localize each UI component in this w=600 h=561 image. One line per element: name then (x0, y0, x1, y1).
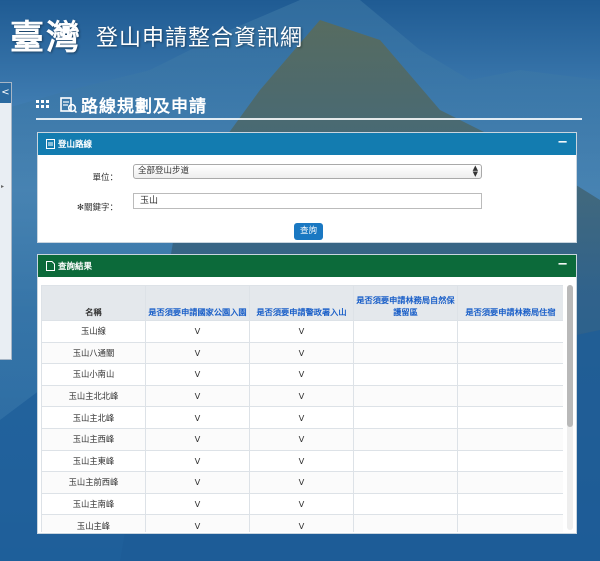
column-header-name[interactable]: 名稱 (41, 285, 146, 321)
table-row[interactable]: 玉山主東峰 V V (41, 449, 563, 473)
requirement-cell (457, 320, 563, 343)
table-row[interactable]: 玉山主北峰 V V (41, 406, 563, 429)
requirement-cell: V (145, 341, 250, 365)
results-table-container[interactable]: 名稱 是否須要申請國家公園入園 是否須要申請警政署入山 是否須要申請林務局自然保… (41, 285, 563, 532)
result-panel-title: 查詢結果 (58, 262, 93, 272)
requirement-cell (353, 341, 458, 365)
logo-subtitle: 登山申請整合資訊網 (96, 26, 304, 51)
requirement-cell (353, 406, 458, 429)
table-row[interactable]: 玉山主前西峰 V V (41, 471, 563, 494)
requirement-cell: V (249, 449, 354, 473)
table-row[interactable]: 玉山八通關 V V (41, 341, 563, 365)
requirement-cell (353, 427, 458, 451)
table-row[interactable]: 玉山小南山 V V (41, 363, 563, 386)
keyword-label: ✻關鍵字： (76, 203, 118, 213)
requirement-cell: V (249, 492, 354, 516)
unit-select[interactable]: 全部登山步道 ▲ ▼ (133, 164, 482, 179)
route-panel: 登山路線 − 單位： 全部登山步道 ▲ ▼ ✻關鍵字： 玉山 查詢 (37, 132, 577, 243)
table-row[interactable]: 玉山主峰 V V (41, 514, 563, 532)
requirement-cell: V (145, 427, 250, 451)
requirement-cell (457, 449, 563, 473)
requirement-cell (457, 363, 563, 386)
requirement-cell (457, 341, 563, 365)
page-heading: 路線規劃及申請 (36, 90, 207, 118)
page-title: 路線規劃及申請 (81, 96, 207, 117)
requirement-cell: V (145, 363, 250, 386)
route-panel-title: 登山路線 (58, 140, 93, 150)
requirement-cell: V (249, 384, 354, 408)
table-row[interactable]: 玉山主南峰 V V (41, 492, 563, 516)
requirement-cell (457, 406, 563, 429)
logo-title: 臺灣 (10, 18, 82, 58)
requirement-cell: V (249, 471, 354, 494)
route-name-cell[interactable]: 玉山線 (41, 320, 146, 343)
route-panel-collapse-button[interactable]: − (557, 135, 568, 150)
results-table: 名稱 是否須要申請國家公園入園 是否須要申請警政署入山 是否須要申請林務局自然保… (41, 285, 563, 532)
requirement-cell: V (145, 320, 250, 343)
route-name-cell[interactable]: 玉山主南峰 (41, 492, 146, 516)
select-updown-icon: ▲ ▼ (472, 164, 478, 178)
side-panel-tab[interactable]: < ▸ (0, 82, 12, 360)
requirement-cell (353, 492, 458, 516)
route-name-cell[interactable]: 玉山主東峰 (41, 449, 146, 473)
requirement-cell (457, 514, 563, 532)
result-panel-collapse-button[interactable]: − (557, 257, 568, 272)
scrollbar-thumb[interactable] (567, 285, 573, 427)
requirement-cell: V (145, 492, 250, 516)
requirement-cell (353, 449, 458, 473)
unit-label: 單位： (92, 173, 118, 183)
requirement-cell: V (145, 471, 250, 494)
requirement-cell: V (145, 384, 250, 408)
requirement-cell (457, 427, 563, 451)
table-row[interactable]: 玉山主西峰 V V (41, 427, 563, 451)
route-name-cell[interactable]: 玉山小南山 (41, 363, 146, 386)
column-header-lodging[interactable]: 是否須要申請林務局住宿 (457, 285, 563, 321)
result-panel: 查詢結果 − 名稱 是否須要申請國家公園入園 是否須要申請警政署入山 是否須要申… (37, 254, 577, 534)
side-tab-label[interactable]: < (0, 83, 11, 103)
requirement-cell (457, 384, 563, 408)
requirement-cell (353, 363, 458, 386)
requirement-cell (353, 514, 458, 532)
requirement-cell: V (145, 449, 250, 473)
requirement-cell (457, 492, 563, 516)
table-row[interactable]: 玉山線 V V (41, 320, 563, 343)
unit-row: 單位： 全部登山步道 ▲ ▼ (38, 164, 576, 183)
route-panel-header: 登山路線 − (38, 133, 576, 155)
requirement-cell (353, 384, 458, 408)
requirement-cell: V (249, 406, 354, 429)
search-button[interactable]: 查詢 (294, 223, 323, 240)
column-header-police[interactable]: 是否須要申請警政署入山 (249, 285, 354, 321)
table-row[interactable]: 玉山主北北峰 V V (41, 384, 563, 408)
requirement-cell: V (249, 514, 354, 532)
results-scrollbar[interactable] (567, 285, 573, 530)
route-name-cell[interactable]: 玉山主前西峰 (41, 471, 146, 494)
requirement-cell: V (249, 363, 354, 386)
requirement-cell (353, 471, 458, 494)
side-tab-marker: ▸ (1, 183, 5, 190)
requirement-cell: V (145, 406, 250, 429)
heading-divider (36, 118, 582, 120)
menu-grid-icon[interactable] (36, 100, 49, 108)
table-header-row: 名稱 是否須要申請國家公園入園 是否須要申請警政署入山 是否須要申請林務局自然保… (41, 285, 563, 321)
route-name-cell[interactable]: 玉山主北北峰 (41, 384, 146, 408)
route-document-icon (60, 97, 77, 113)
route-name-cell[interactable]: 玉山主峰 (41, 514, 146, 532)
route-name-cell[interactable]: 玉山主西峰 (41, 427, 146, 451)
route-doc-icon (46, 139, 55, 149)
requirement-cell: V (249, 427, 354, 451)
column-header-national-park[interactable]: 是否須要申請國家公園入園 (145, 285, 250, 321)
route-name-cell[interactable]: 玉山主北峰 (41, 406, 146, 429)
requirement-cell: V (249, 320, 354, 343)
keyword-input[interactable]: 玉山 (133, 193, 482, 209)
result-panel-header: 查詢結果 − (38, 255, 576, 277)
requirement-cell: V (145, 514, 250, 532)
requirement-cell (457, 471, 563, 494)
route-name-cell[interactable]: 玉山八通關 (41, 341, 146, 365)
keyword-row: ✻關鍵字： 玉山 (38, 193, 576, 213)
requirement-cell: V (249, 341, 354, 365)
result-doc-icon (46, 261, 55, 271)
requirement-cell (353, 320, 458, 343)
column-header-nature-reserve[interactable]: 是否須要申請林務局自然保護留區 (353, 285, 458, 321)
unit-select-value: 全部登山步道 (138, 166, 190, 176)
